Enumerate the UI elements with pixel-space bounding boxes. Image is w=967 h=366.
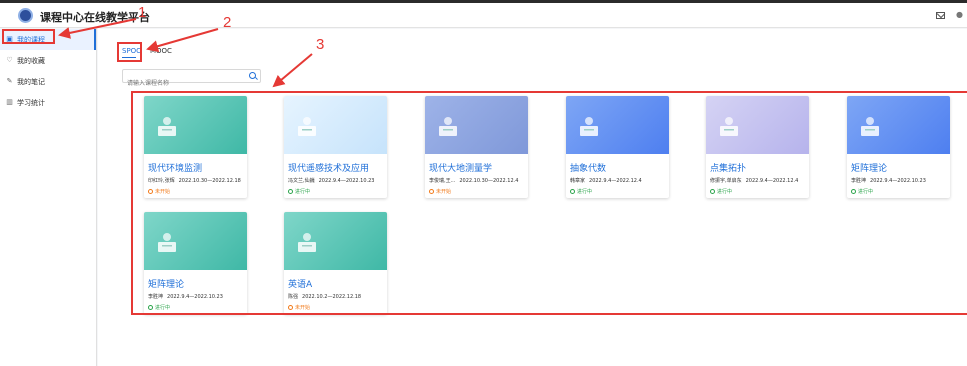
sidebar-item-favorites[interactable]: ♡ 我的收藏 — [0, 50, 96, 71]
annotation-box-3 — [131, 91, 967, 315]
annotation-box-2 — [117, 42, 142, 62]
annotation-box-1 — [2, 29, 55, 44]
sidebar-item-label: 我的笔记 — [17, 77, 45, 86]
user-icon[interactable]: ● — [956, 10, 963, 19]
tab-mooc[interactable]: MOOC — [150, 47, 172, 55]
search-input[interactable] — [123, 77, 241, 90]
annotation-number-2: 2 — [223, 14, 232, 31]
course-search — [122, 69, 261, 90]
heart-icon: ♡ — [6, 56, 13, 64]
sidebar-item-statistics[interactable]: ▥ 学习统计 — [0, 92, 96, 113]
sidebar-item-notes[interactable]: ✎ 我的笔记 — [0, 71, 96, 92]
note-icon: ✎ — [6, 77, 13, 85]
app-title: 课程中心在线教学平台 — [40, 11, 150, 24]
sidebar-item-label: 我的收藏 — [17, 56, 45, 65]
sidebar: ▣ 我的课程 ♡ 我的收藏 ✎ 我的笔记 ▥ 学习统计 — [0, 29, 97, 366]
sidebar-item-label: 学习统计 — [17, 98, 45, 107]
search-icon[interactable] — [249, 72, 256, 79]
mail-icon[interactable] — [936, 12, 945, 19]
chart-icon: ▥ — [6, 98, 13, 106]
annotation-number-1: 1 — [138, 4, 147, 21]
logo — [18, 8, 33, 23]
annotation-number-3: 3 — [316, 36, 325, 53]
